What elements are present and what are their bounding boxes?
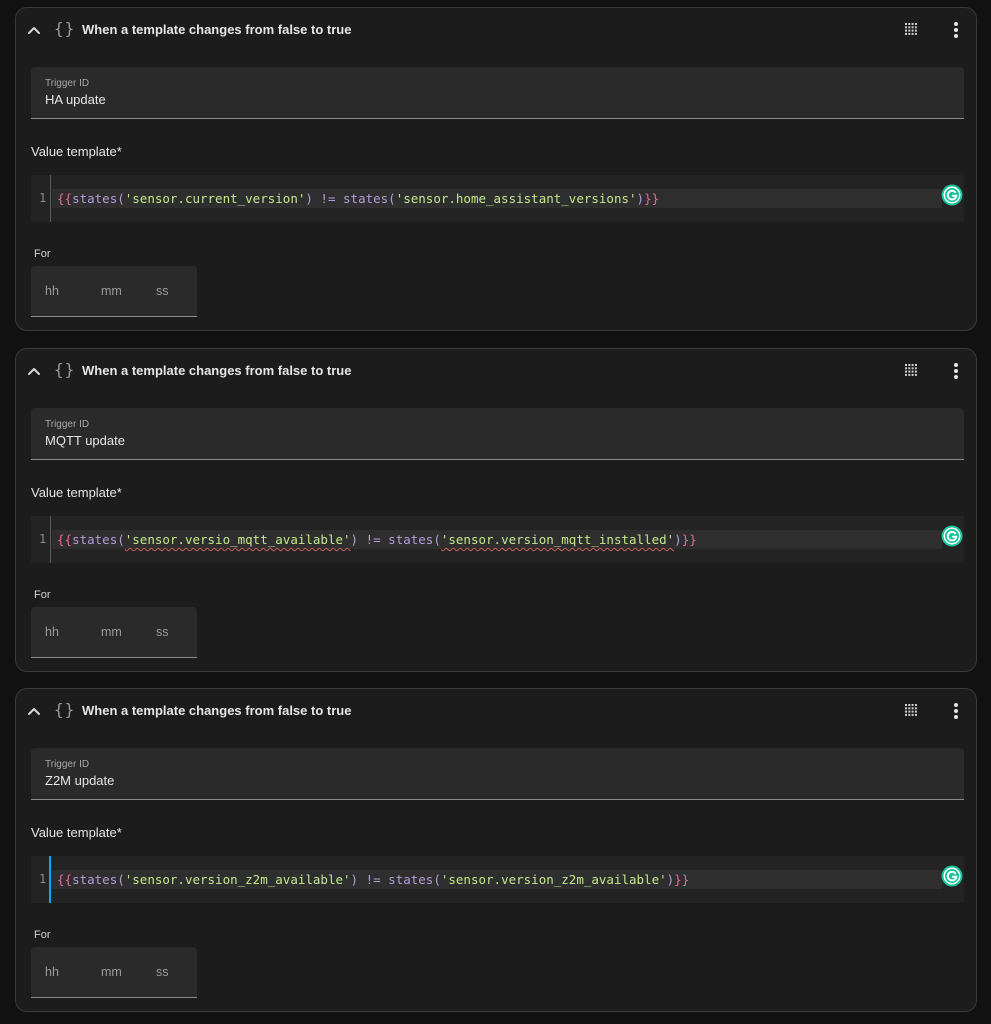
trigger-card-header[interactable]: {} When a template changes from false to…: [16, 349, 976, 393]
code-function: states(: [388, 532, 441, 547]
code-string: 'sensor.version_mqtt_installed': [440, 532, 675, 547]
trigger-card-header[interactable]: {} When a template changes from false to…: [16, 8, 976, 52]
code-brace-open: {{: [57, 872, 73, 887]
braces-icon: {}: [54, 700, 76, 719]
value-template-label: Value template*: [31, 825, 122, 840]
code-string: 'sensor.home_assistant_versions': [395, 191, 637, 206]
trigger-card-header[interactable]: {} When a template changes from false to…: [16, 689, 976, 733]
hours-input[interactable]: hh: [45, 965, 59, 979]
code-brace-close: }}: [644, 191, 660, 206]
grammarly-icon[interactable]: [941, 525, 963, 547]
trigger-card: {} When a template changes from false to…: [15, 348, 977, 672]
code-operator: !=: [358, 532, 389, 547]
chevron-up-icon[interactable]: [27, 23, 41, 37]
for-label: For: [34, 589, 51, 601]
dots-vertical-icon[interactable]: [953, 362, 959, 380]
chevron-up-icon[interactable]: [27, 704, 41, 718]
line-number: 1: [39, 191, 47, 205]
chevron-up-icon[interactable]: [27, 364, 41, 378]
line-number: 1: [39, 532, 47, 546]
code-function: states(: [72, 191, 125, 206]
value-template-editor[interactable]: 1 {{states('sensor.versio_mqtt_available…: [31, 516, 964, 563]
braces-icon: {}: [54, 19, 76, 38]
code-paren: ): [350, 872, 359, 887]
code-brace-close: }}: [674, 872, 690, 887]
trigger-id-label: Trigger ID: [45, 78, 90, 89]
value-template-label: Value template*: [31, 485, 122, 500]
minutes-input[interactable]: mm: [101, 625, 122, 639]
value-template-label: Value template*: [31, 144, 122, 159]
editor-gutter: 1: [31, 175, 51, 222]
seconds-input[interactable]: ss: [156, 284, 169, 298]
code-function: states(: [343, 191, 396, 206]
trigger-card: {} When a template changes from false to…: [15, 688, 977, 1012]
trigger-title: When a template changes from false to tr…: [82, 22, 352, 37]
value-template-editor[interactable]: 1 {{states('sensor.current_version') != …: [31, 175, 964, 222]
code-function: states(: [388, 872, 441, 887]
minutes-input[interactable]: mm: [101, 965, 122, 979]
drag-handle-icon[interactable]: [905, 704, 917, 716]
trigger-title: When a template changes from false to tr…: [82, 363, 352, 378]
seconds-input[interactable]: ss: [156, 965, 169, 979]
code-string: 'sensor.version_z2m_available': [124, 872, 351, 887]
hours-input[interactable]: hh: [45, 625, 59, 639]
code-paren: ): [636, 191, 645, 206]
trigger-id-field[interactable]: Trigger ID Z2M update: [31, 748, 964, 800]
grammarly-icon[interactable]: [941, 184, 963, 206]
code-brace-open: {{: [57, 532, 73, 547]
dots-vertical-icon[interactable]: [953, 21, 959, 39]
minutes-input[interactable]: mm: [101, 284, 122, 298]
trigger-id-label: Trigger ID: [45, 759, 90, 770]
trigger-id-field[interactable]: Trigger ID HA update: [31, 67, 964, 119]
for-duration-input[interactable]: hh mm ss: [31, 266, 197, 317]
hours-input[interactable]: hh: [45, 284, 59, 298]
grammarly-icon[interactable]: [941, 865, 963, 887]
code-brace-open: {{: [57, 191, 73, 206]
trigger-id-label: Trigger ID: [45, 419, 90, 430]
code-paren: ): [350, 532, 359, 547]
trigger-title: When a template changes from false to tr…: [82, 703, 352, 718]
for-label: For: [34, 248, 51, 260]
line-number: 1: [39, 872, 47, 886]
code-line[interactable]: {{states('sensor.version_z2m_available')…: [57, 872, 689, 887]
code-brace-close: }}: [681, 532, 697, 547]
for-duration-input[interactable]: hh mm ss: [31, 607, 197, 658]
trigger-id-value[interactable]: HA update: [45, 92, 106, 107]
code-operator: !=: [358, 872, 389, 887]
dots-vertical-icon[interactable]: [953, 702, 959, 720]
editor-gutter: 1: [31, 856, 51, 903]
drag-handle-icon[interactable]: [905, 23, 917, 35]
code-line[interactable]: {{states('sensor.current_version') != st…: [57, 191, 659, 206]
editor-gutter: 1: [31, 516, 51, 563]
trigger-id-field[interactable]: Trigger ID MQTT update: [31, 408, 964, 460]
code-function: states(: [72, 532, 125, 547]
code-string: 'sensor.version_z2m_available': [440, 872, 667, 887]
code-paren: ): [674, 532, 682, 547]
code-string: 'sensor.versio_mqtt_available': [124, 532, 351, 547]
code-line[interactable]: {{states('sensor.versio_mqtt_available')…: [57, 532, 697, 547]
code-paren: ): [305, 191, 313, 206]
for-label: For: [34, 929, 51, 941]
trigger-card: {} When a template changes from false to…: [15, 7, 977, 331]
drag-handle-icon[interactable]: [905, 364, 917, 376]
seconds-input[interactable]: ss: [156, 625, 169, 639]
braces-icon: {}: [54, 360, 76, 379]
code-string: 'sensor.current_version': [124, 191, 306, 206]
for-duration-input[interactable]: hh mm ss: [31, 947, 197, 998]
code-operator: !=: [312, 191, 344, 206]
trigger-id-value[interactable]: MQTT update: [45, 433, 125, 448]
value-template-editor[interactable]: 1 {{states('sensor.version_z2m_available…: [31, 856, 964, 903]
code-function: states(: [72, 872, 125, 887]
trigger-id-value[interactable]: Z2M update: [45, 773, 114, 788]
